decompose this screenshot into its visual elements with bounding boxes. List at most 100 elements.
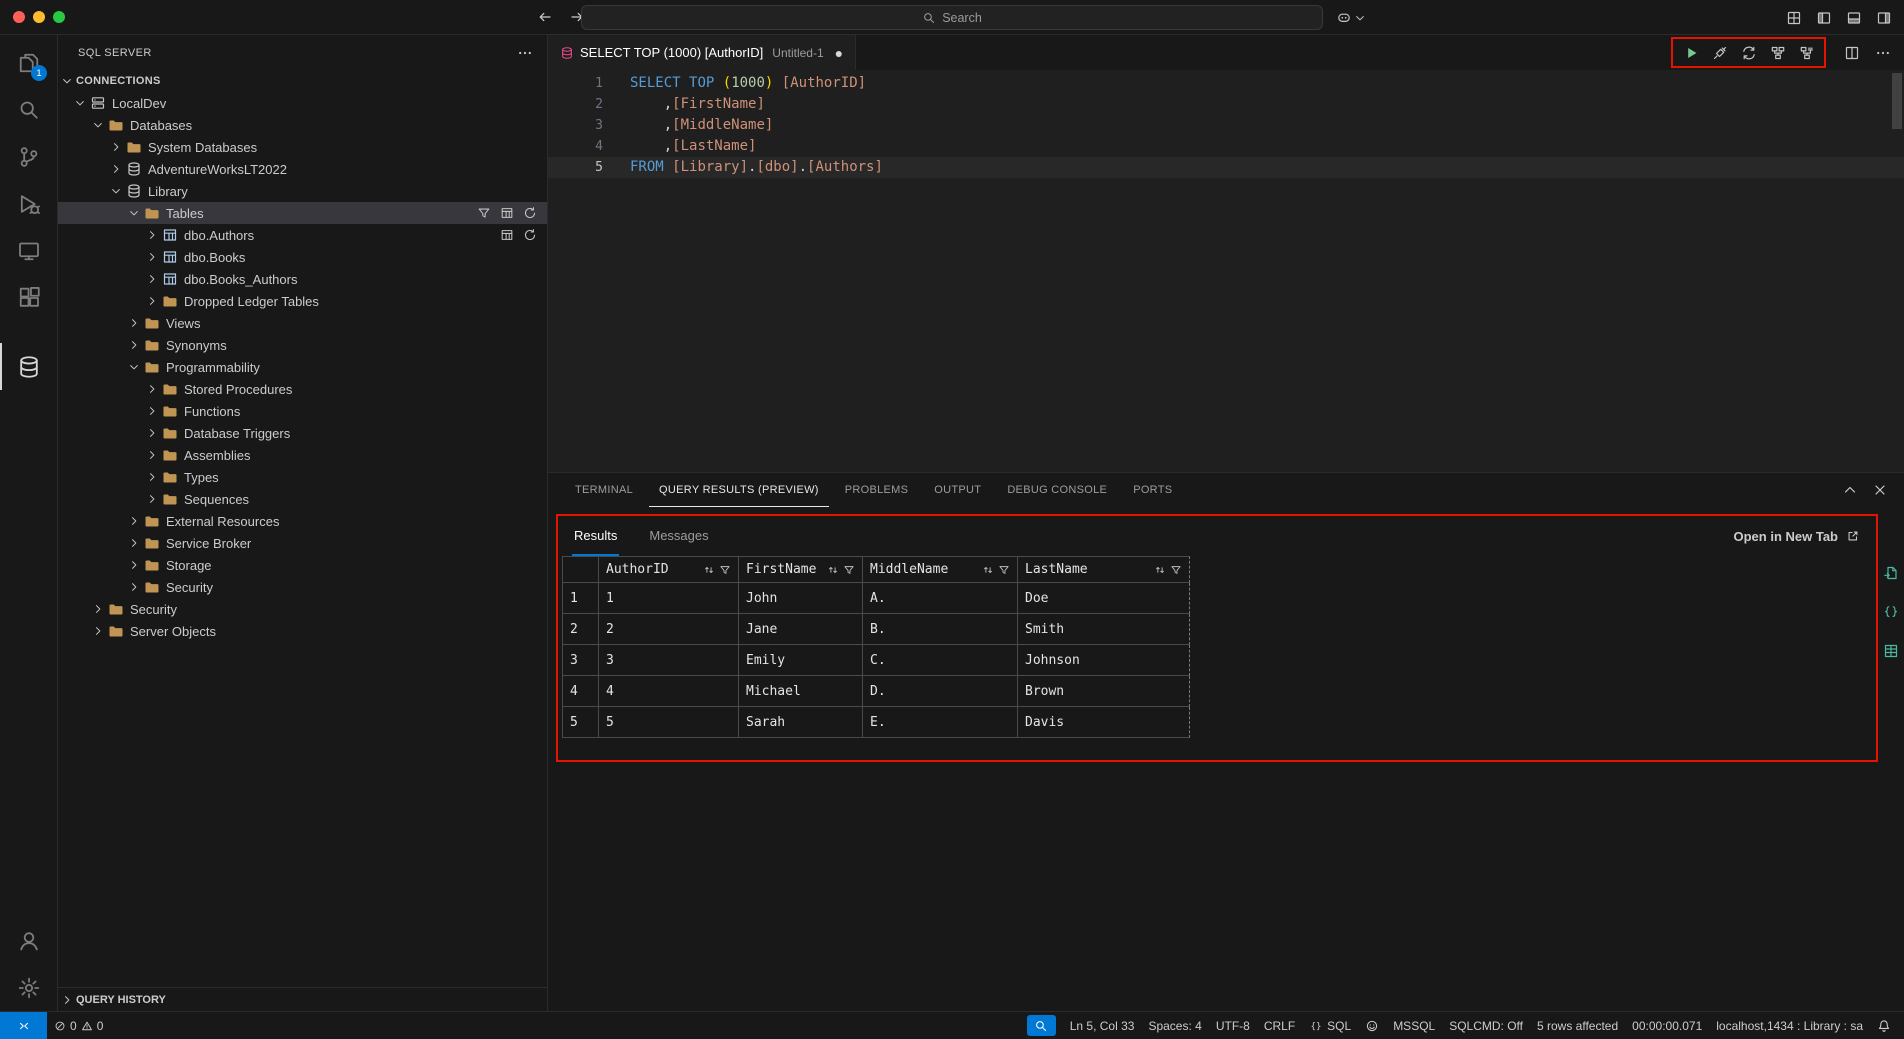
code-editor[interactable]: 1SELECT TOP (1000) [AuthorID]2 ,[FirstNa… xyxy=(548,70,1904,472)
code-line-3[interactable]: 3 ,[MiddleName] xyxy=(548,115,1904,136)
panel-tab-debug-console[interactable]: DEBUG CONSOLE xyxy=(997,473,1117,507)
chevron-down-icon[interactable] xyxy=(74,97,86,109)
panel-tab-output[interactable]: OUTPUT xyxy=(924,473,991,507)
status-connection-info[interactable]: localhost,1434 : Library : sa xyxy=(1709,1012,1870,1039)
change-connection-button[interactable] xyxy=(1735,40,1762,65)
save-as-excel-button[interactable] xyxy=(1882,641,1901,660)
grid-cell[interactable]: Smith xyxy=(1018,614,1190,645)
chevron-right-icon[interactable] xyxy=(146,449,158,461)
activity-item-accounts[interactable] xyxy=(0,917,58,964)
tree-item-external-resources[interactable]: External Resources xyxy=(58,510,547,532)
table-icon[interactable] xyxy=(500,206,514,220)
grid-header-middlename[interactable]: MiddleName xyxy=(863,556,1018,583)
grid-cell[interactable]: Emily xyxy=(739,645,863,676)
maximize-panel-icon[interactable] xyxy=(1842,482,1858,498)
chevron-right-icon[interactable] xyxy=(128,317,140,329)
panel-tab-ports[interactable]: PORTS xyxy=(1123,473,1182,507)
grid-header-firstname[interactable]: FirstName xyxy=(739,556,863,583)
grid-row-number[interactable]: 1 xyxy=(562,583,599,614)
code-line-4[interactable]: 4 ,[LastName] xyxy=(548,136,1904,157)
disconnect-button[interactable] xyxy=(1706,40,1733,65)
activity-item-settings[interactable] xyxy=(0,964,58,1011)
open-in-new-tab-button[interactable]: Open in New Tab xyxy=(1734,529,1861,544)
filter-icon[interactable] xyxy=(998,564,1010,576)
activity-item-sql-server[interactable] xyxy=(0,343,58,390)
tree-item-adventureworkslt2022[interactable]: AdventureWorksLT2022 xyxy=(58,158,547,180)
chevron-right-icon[interactable] xyxy=(128,515,140,527)
connections-section-header[interactable]: CONNECTIONS xyxy=(58,70,547,92)
status-indentation[interactable]: Spaces: 4 xyxy=(1141,1012,1208,1039)
chevron-right-icon[interactable] xyxy=(128,339,140,351)
code-line-5[interactable]: 5FROM [Library].[dbo].[Authors] xyxy=(548,157,1904,178)
table-icon[interactable] xyxy=(500,228,514,242)
grid-cell[interactable]: Johnson xyxy=(1018,645,1190,676)
results-tab-messages[interactable]: Messages xyxy=(647,516,710,556)
chevron-right-icon[interactable] xyxy=(146,471,158,483)
tree-item-library[interactable]: Library xyxy=(58,180,547,202)
tree-item-dbo-books-authors[interactable]: dbo.Books_Authors xyxy=(58,268,547,290)
scrollbar-thumb[interactable] xyxy=(1892,73,1902,129)
activity-item-search[interactable] xyxy=(0,86,58,133)
copilot-menu[interactable] xyxy=(1336,0,1366,35)
chevron-right-icon[interactable] xyxy=(128,559,140,571)
status-language-mode[interactable]: {}SQL xyxy=(1302,1012,1358,1039)
remote-indicator[interactable] xyxy=(0,1012,47,1039)
chevron-right-icon[interactable] xyxy=(128,537,140,549)
save-as-json-button[interactable] xyxy=(1882,602,1901,621)
status-rows-affected[interactable]: 5 rows affected xyxy=(1530,1012,1625,1039)
grid-cell[interactable]: C. xyxy=(863,645,1018,676)
chevron-right-icon[interactable] xyxy=(146,493,158,505)
grid-cell[interactable]: 4 xyxy=(599,676,739,707)
tree-item-stored-procedures[interactable]: Stored Procedures xyxy=(58,378,547,400)
refresh-icon[interactable] xyxy=(523,228,537,242)
editor-scrollbar[interactable] xyxy=(1890,70,1904,472)
sort-icon[interactable] xyxy=(1154,564,1166,576)
status-sqlcmd-status[interactable]: SQLCMD: Off xyxy=(1442,1012,1530,1039)
minimize-window-button[interactable] xyxy=(33,11,45,23)
tree-item-server-objects[interactable]: Server Objects xyxy=(58,620,547,642)
code-line-1[interactable]: 1SELECT TOP (1000) [AuthorID] xyxy=(548,73,1904,94)
status-eol-sequence[interactable]: CRLF xyxy=(1257,1012,1302,1039)
grid-row-number[interactable]: 5 xyxy=(562,707,599,738)
customize-layout-button[interactable] xyxy=(1786,10,1802,26)
grid-row-number[interactable]: 4 xyxy=(562,676,599,707)
filter-icon[interactable] xyxy=(719,564,731,576)
chevron-down-icon[interactable] xyxy=(110,185,122,197)
run-query-button[interactable] xyxy=(1677,40,1704,65)
grid-cell[interactable]: D. xyxy=(863,676,1018,707)
grid-cell[interactable]: Doe xyxy=(1018,583,1190,614)
sort-icon[interactable] xyxy=(827,564,839,576)
status-cursor-position[interactable]: Ln 5, Col 33 xyxy=(1063,1012,1142,1039)
chevron-right-icon[interactable] xyxy=(128,581,140,593)
chevron-right-icon[interactable] xyxy=(146,251,158,263)
grid-corner-cell[interactable] xyxy=(562,556,599,583)
tree-item-synonyms[interactable]: Synonyms xyxy=(58,334,547,356)
grid-cell[interactable]: John xyxy=(739,583,863,614)
toggle-primary-sidebar-button[interactable] xyxy=(1816,10,1832,26)
tree-item-programmability[interactable]: Programmability xyxy=(58,356,547,378)
sort-icon[interactable] xyxy=(982,564,994,576)
tree-item-storage[interactable]: Storage xyxy=(58,554,547,576)
grid-cell[interactable]: E. xyxy=(863,707,1018,738)
chevron-down-icon[interactable] xyxy=(92,119,104,131)
tree-item-dropped-ledger-tables[interactable]: Dropped Ledger Tables xyxy=(58,290,547,312)
chevron-right-icon[interactable] xyxy=(146,383,158,395)
grid-cell[interactable]: Jane xyxy=(739,614,863,645)
grid-header-authorid[interactable]: AuthorID xyxy=(599,556,739,583)
toggle-secondary-sidebar-button[interactable] xyxy=(1876,10,1892,26)
tree-item-functions[interactable]: Functions xyxy=(58,400,547,422)
panel-tab-problems[interactable]: PROBLEMS xyxy=(835,473,919,507)
estimated-plan-button[interactable] xyxy=(1764,40,1791,65)
grid-cell[interactable]: Michael xyxy=(739,676,863,707)
modified-indicator[interactable]: ● xyxy=(835,46,843,60)
chevron-right-icon[interactable] xyxy=(146,427,158,439)
grid-cell[interactable]: 3 xyxy=(599,645,739,676)
tree-item-databases[interactable]: Databases xyxy=(58,114,547,136)
code-line-2[interactable]: 2 ,[FirstName] xyxy=(548,94,1904,115)
toggle-panel-button[interactable] xyxy=(1846,10,1862,26)
status-query-elapsed-time[interactable]: 00:00:00.071 xyxy=(1625,1012,1709,1039)
command-center-search[interactable]: Search xyxy=(581,5,1323,30)
tree-item-sequences[interactable]: Sequences xyxy=(58,488,547,510)
activity-item-explorer[interactable]: 1 xyxy=(0,39,58,86)
tree-item-dbo-authors[interactable]: dbo.Authors xyxy=(58,224,547,246)
